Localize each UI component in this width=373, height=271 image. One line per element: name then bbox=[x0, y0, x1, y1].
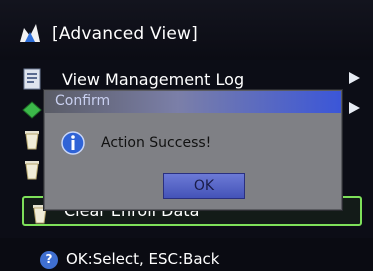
trash-icon bbox=[25, 131, 39, 150]
card-icon bbox=[22, 101, 42, 119]
header-bar: [Advanced View] bbox=[0, 0, 373, 60]
info-icon bbox=[61, 131, 85, 155]
dialog-message: Action Success! bbox=[101, 135, 212, 151]
footer-bar: ? OK:Select, ESC:Back bbox=[0, 238, 373, 271]
dialog-title: Confirm bbox=[55, 93, 111, 109]
device-screen: [Advanced View] View Management Log Clea… bbox=[0, 0, 373, 271]
menu-item-label: View Management Log bbox=[62, 70, 245, 89]
dialog-title-bar: Confirm bbox=[45, 91, 341, 113]
help-icon-glyph: ? bbox=[45, 252, 53, 266]
ok-button[interactable]: OK bbox=[163, 173, 245, 199]
user-group-icon bbox=[20, 24, 40, 42]
submenu-arrow-icon bbox=[349, 102, 360, 114]
confirm-dialog: Confirm Action Success! OK bbox=[44, 90, 342, 210]
trash-icon bbox=[25, 161, 39, 180]
submenu-arrow-icon bbox=[349, 72, 360, 84]
footer-hint: OK:Select, ESC:Back bbox=[66, 250, 220, 268]
help-icon: ? bbox=[40, 251, 58, 269]
ok-button-label: OK bbox=[193, 178, 215, 194]
log-icon bbox=[23, 68, 41, 90]
page-title: [Advanced View] bbox=[52, 24, 198, 44]
